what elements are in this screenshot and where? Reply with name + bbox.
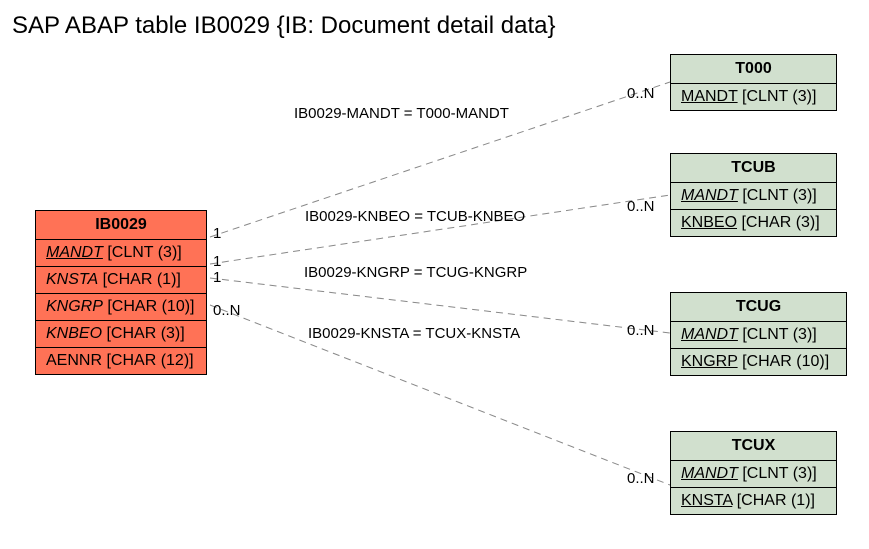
table-tcux: TCUX MANDT [CLNT (3)] KNSTA [CHAR (1)]: [670, 431, 837, 515]
table-header: IB0029: [36, 211, 206, 240]
cardinality-from-1: 1: [213, 225, 221, 242]
table-field-knsta: KNSTA [CHAR (1)]: [36, 267, 206, 294]
cardinality-to-4: 0..N: [627, 470, 655, 487]
table-field-mandt: MANDT [CLNT (3)]: [671, 84, 836, 110]
edge-label-3: IB0029-KNGRP = TCUG-KNGRP: [304, 264, 527, 281]
table-tcub: TCUB MANDT [CLNT (3)] KNBEO [CHAR (3)]: [670, 153, 837, 237]
table-field-knbeo: KNBEO [CHAR (3)]: [671, 210, 836, 236]
table-field-mandt: MANDT [CLNT (3)]: [671, 461, 836, 488]
cardinality-to-2: 0..N: [627, 198, 655, 215]
cardinality-to-3: 0..N: [627, 322, 655, 339]
table-header: T000: [671, 55, 836, 84]
table-field-knbeo: KNBEO [CHAR (3)]: [36, 321, 206, 348]
table-tcug: TCUG MANDT [CLNT (3)] KNGRP [CHAR (10)]: [670, 292, 847, 376]
table-field-aennr: AENNR [CHAR (12)]: [36, 348, 206, 374]
page-title: SAP ABAP table IB0029 {IB: Document deta…: [12, 12, 556, 40]
edge-label-4: IB0029-KNSTA = TCUX-KNSTA: [308, 325, 520, 342]
cardinality-from-3: 1: [213, 269, 221, 286]
table-field-mandt: MANDT [CLNT (3)]: [671, 183, 836, 210]
cardinality-from-4: 0..N: [213, 302, 241, 319]
table-header: TCUG: [671, 293, 846, 322]
table-field-knsta: KNSTA [CHAR (1)]: [671, 488, 836, 514]
table-ib0029: IB0029 MANDT [CLNT (3)] KNSTA [CHAR (1)]…: [35, 210, 207, 375]
table-field-kngrp: KNGRP [CHAR (10)]: [36, 294, 206, 321]
edge-label-1: IB0029-MANDT = T000-MANDT: [294, 105, 509, 122]
table-header: TCUX: [671, 432, 836, 461]
table-header: TCUB: [671, 154, 836, 183]
cardinality-from-2: 1: [213, 253, 221, 270]
table-t000: T000 MANDT [CLNT (3)]: [670, 54, 837, 111]
cardinality-to-1: 0..N: [627, 85, 655, 102]
table-field-kngrp: KNGRP [CHAR (10)]: [671, 349, 846, 375]
edge-label-2: IB0029-KNBEO = TCUB-KNBEO: [305, 208, 525, 225]
table-field-mandt: MANDT [CLNT (3)]: [36, 240, 206, 267]
table-field-mandt: MANDT [CLNT (3)]: [671, 322, 846, 349]
